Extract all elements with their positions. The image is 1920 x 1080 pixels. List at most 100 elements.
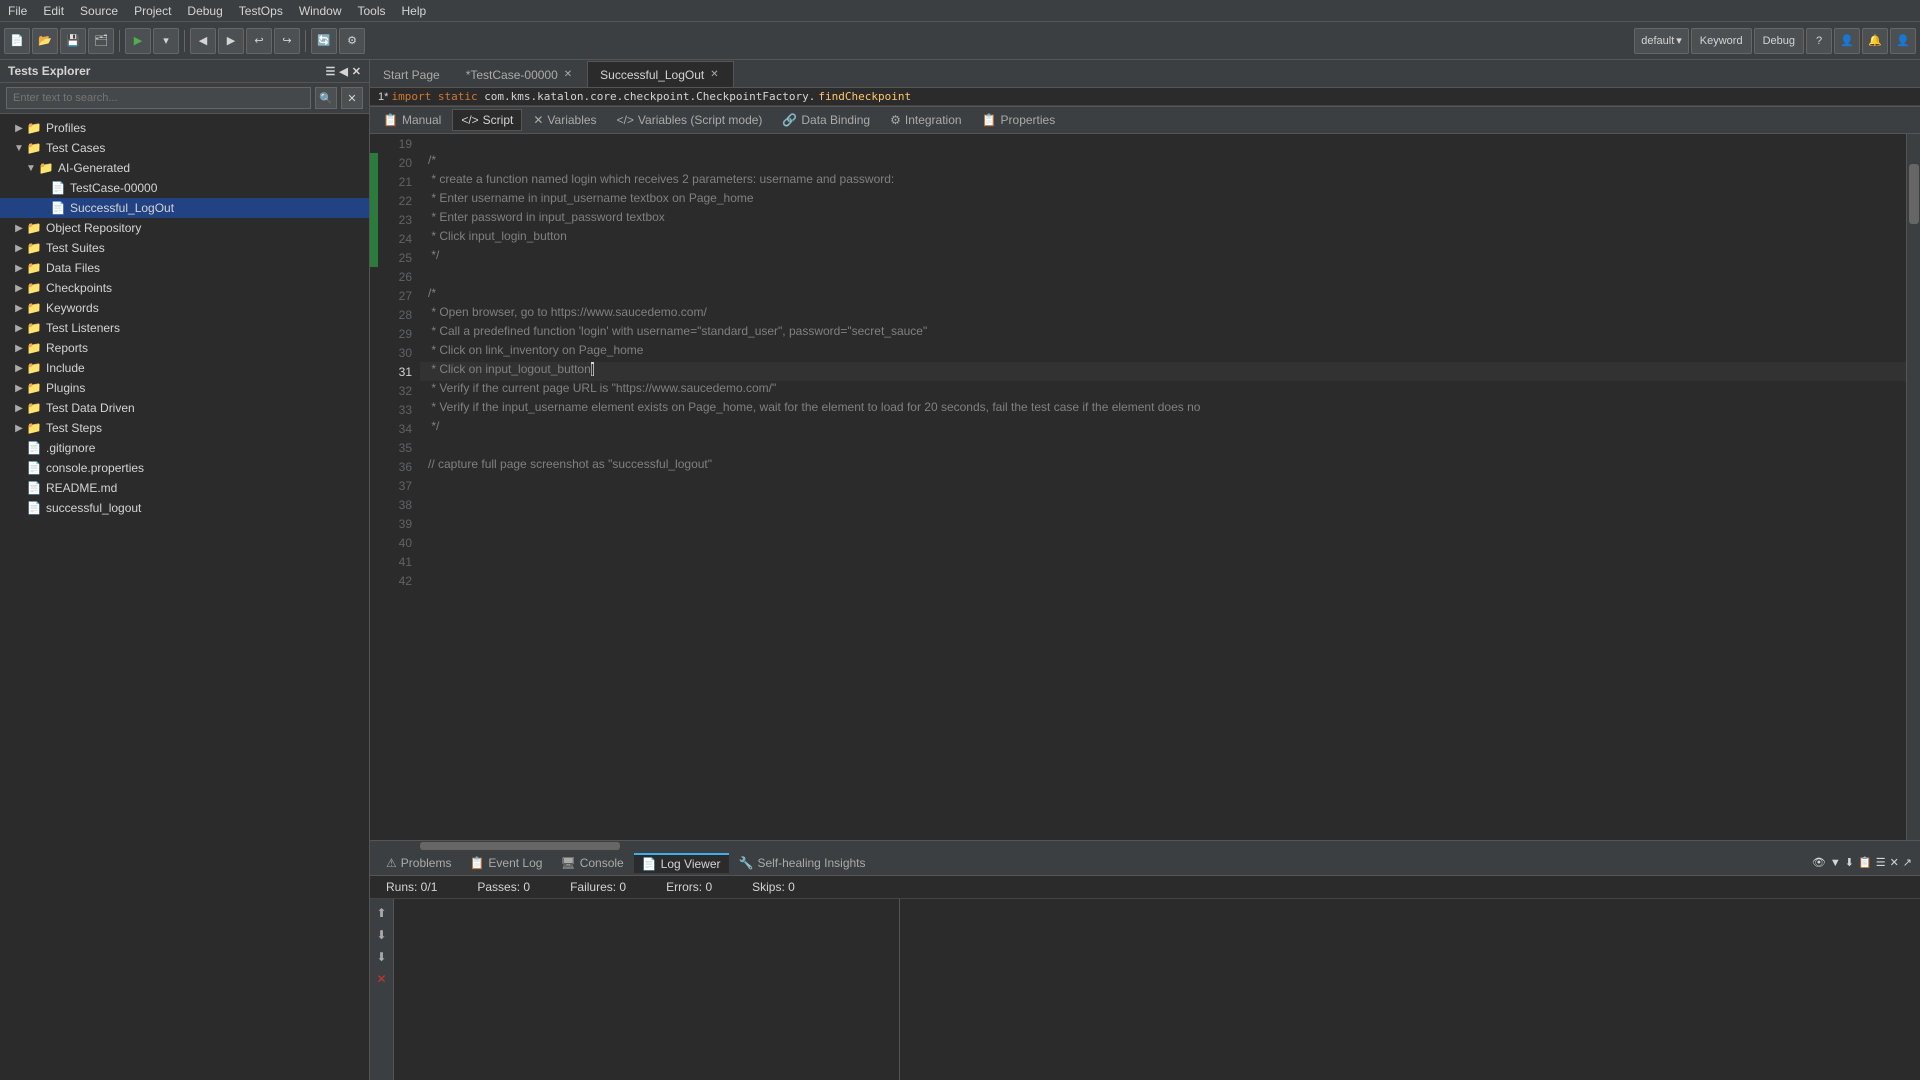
tab-successful-logout-close[interactable]: ✕ xyxy=(708,68,720,81)
sidebar-item-test-listeners[interactable]: ▶ 📁 Test Listeners xyxy=(0,318,369,338)
tab-testcase-00000[interactable]: *TestCase-00000 ✕ xyxy=(453,61,587,87)
menu-project[interactable]: Project xyxy=(126,2,179,20)
code-line-20: 20 /* xyxy=(370,153,1906,172)
menu-source[interactable]: Source xyxy=(72,2,126,20)
sidebar-item-data-files[interactable]: ▶ 📁 Data Files xyxy=(0,258,369,278)
tab-variables-script[interactable]: </> Variables (Script mode) xyxy=(608,109,772,131)
toolbar-user-btn[interactable]: 👤 xyxy=(1834,28,1860,54)
file-icon-console-properties: 📄 xyxy=(26,460,42,476)
sidebar-item-readme[interactable]: 📄 README.md xyxy=(0,478,369,498)
toolbar-saveall-btn[interactable]: 🗂 xyxy=(88,28,114,54)
tab-variables[interactable]: ✕ Variables xyxy=(524,109,605,131)
side-icon-error[interactable]: ✕ xyxy=(372,969,392,989)
toolbar-extra1-btn[interactable]: 🔔 xyxy=(1862,28,1888,54)
tab-self-healing[interactable]: 🔧 Self-healing Insights xyxy=(731,853,874,873)
code-line-32: 32 * Verify if the current page URL is "… xyxy=(370,381,1906,400)
search-button[interactable]: 🔍 xyxy=(315,87,337,109)
tab-script[interactable]: </> Script xyxy=(452,109,522,131)
sidebar-item-keywords[interactable]: ▶ 📁 Keywords xyxy=(0,298,369,318)
horizontal-scrollbar[interactable] xyxy=(370,840,1920,850)
arrow-checkpoints: ▶ xyxy=(12,283,26,294)
toolbar-question-btn[interactable]: ? xyxy=(1806,28,1832,54)
sidebar-icon3[interactable]: ✕ xyxy=(352,65,361,78)
sidebar-item-gitignore[interactable]: 📄 .gitignore xyxy=(0,438,369,458)
bottom-toolbar-close-icon[interactable]: ✕ xyxy=(1890,856,1899,869)
menu-file[interactable]: File xyxy=(0,2,35,20)
sidebar-item-test-data-driven[interactable]: ▶ 📁 Test Data Driven xyxy=(0,398,369,418)
bottom-panel: ⚠ Problems 📋 Event Log 🖥 Console 📄 Log V… xyxy=(370,850,1920,1080)
sidebar-item-plugins[interactable]: ▶ 📁 Plugins xyxy=(0,378,369,398)
tab-problems[interactable]: ⚠ Problems xyxy=(378,853,459,873)
bottom-toolbar-copy-icon[interactable]: 📋 xyxy=(1858,856,1872,869)
toolbar-debug-btn[interactable]: Debug xyxy=(1754,28,1804,54)
menu-help[interactable]: Help xyxy=(394,2,435,20)
sidebar-label-keywords: Keywords xyxy=(46,301,99,315)
sidebar-icon1[interactable]: ☰ xyxy=(325,65,335,78)
menu-edit[interactable]: Edit xyxy=(35,2,72,20)
toolbar-run-btn[interactable]: ▶ xyxy=(125,28,151,54)
tab-data-binding[interactable]: 🔗 Data Binding xyxy=(773,109,879,131)
toolbar-open-btn[interactable]: 📂 xyxy=(32,28,58,54)
sidebar-item-profiles[interactable]: ▶ 📁 Profiles xyxy=(0,118,369,138)
menu-window[interactable]: Window xyxy=(291,2,350,20)
folder-icon-reports: 📁 xyxy=(26,340,42,356)
sidebar-item-test-suites[interactable]: ▶ 📁 Test Suites xyxy=(0,238,369,258)
sidebar-item-include[interactable]: ▶ 📁 Include xyxy=(0,358,369,378)
sidebar-item-test-cases[interactable]: ▼ 📁 Test Cases xyxy=(0,138,369,158)
toolbar-save-btn[interactable]: 💾 xyxy=(60,28,86,54)
toolbar-profile-dropdown[interactable]: default ▾ xyxy=(1634,28,1689,54)
tab-log-viewer[interactable]: 📄 Log Viewer xyxy=(634,853,729,873)
search-input[interactable] xyxy=(6,87,311,109)
menu-debug[interactable]: Debug xyxy=(179,2,230,20)
toolbar-keyword-btn[interactable]: Keyword xyxy=(1691,28,1752,54)
tab-testcase-00000-close[interactable]: ✕ xyxy=(562,68,574,81)
sidebar-item-ai-generated[interactable]: ▼ 📁 AI-Generated xyxy=(0,158,369,178)
sidebar-item-test-steps[interactable]: ▶ 📁 Test Steps xyxy=(0,418,369,438)
side-icon-1[interactable]: ⬆ xyxy=(372,903,392,923)
side-icon-2[interactable]: ⬇ xyxy=(372,925,392,945)
bottom-toolbar-eye-icon[interactable]: 👁 xyxy=(1812,856,1826,869)
sidebar-item-reports[interactable]: ▶ 📁 Reports xyxy=(0,338,369,358)
side-icon-3[interactable]: ⬇ xyxy=(372,947,392,967)
menu-testops[interactable]: TestOps xyxy=(231,2,291,20)
bottom-toolbar-menu-icon[interactable]: ☰ xyxy=(1876,856,1886,869)
code-scrollbar[interactable] xyxy=(1906,134,1920,840)
sidebar-item-object-repository[interactable]: ▶ 📁 Object Repository xyxy=(0,218,369,238)
sidebar-item-successful-logout[interactable]: 📄 Successful_LogOut xyxy=(0,198,369,218)
toolbar-run-dropdown[interactable]: ▾ xyxy=(153,28,179,54)
code-line-23: 23 * Enter password in input_password te… xyxy=(370,210,1906,229)
sidebar-item-console-properties[interactable]: 📄 console.properties xyxy=(0,458,369,478)
sidebar-icon2[interactable]: ◀ xyxy=(339,65,347,78)
bottom-toolbar-tabs: ⚠ Problems 📋 Event Log 🖥 Console 📄 Log V… xyxy=(378,853,874,873)
sidebar-item-checkpoints[interactable]: ▶ 📁 Checkpoints xyxy=(0,278,369,298)
code-editor[interactable]: 19 20 /* 21 * create a function named lo… xyxy=(370,134,1906,840)
tab-integration[interactable]: ⚙ Integration xyxy=(881,109,970,131)
manual-icon: 📋 xyxy=(383,113,398,127)
tab-properties[interactable]: 📋 Properties xyxy=(973,109,1065,131)
tab-event-log[interactable]: 📋 Event Log xyxy=(461,853,550,873)
toolbar-refresh-btn[interactable]: 🔄 xyxy=(311,28,337,54)
tab-start-page[interactable]: Start Page xyxy=(370,61,453,87)
breadcrumb: 1* import static com.kms.katalon.core.ch… xyxy=(370,88,1920,106)
bottom-toolbar-dropdown-icon[interactable]: ▼ xyxy=(1830,857,1841,869)
bottom-toolbar-down-icon[interactable]: ⬇ xyxy=(1845,856,1854,869)
code-line-26: 26 xyxy=(370,267,1906,286)
line-content-35 xyxy=(420,438,1906,457)
line-num-36: 36 xyxy=(378,457,420,476)
toolbar-extra2-btn[interactable]: 👤 xyxy=(1890,28,1916,54)
toolbar-redo-btn[interactable]: ↪ xyxy=(274,28,300,54)
toolbar-back-btn[interactable]: ◀ xyxy=(190,28,216,54)
search-extra-btn[interactable]: ✕ xyxy=(341,87,363,109)
bottom-toolbar-expand-icon[interactable]: ↗ xyxy=(1903,856,1912,869)
menu-tools[interactable]: Tools xyxy=(350,2,394,20)
tab-variables-script-label: Variables (Script mode) xyxy=(638,113,763,127)
toolbar-undo-btn[interactable]: ↩ xyxy=(246,28,272,54)
tab-console[interactable]: 🖥 Console xyxy=(552,853,631,873)
toolbar-forward-btn[interactable]: ▶ xyxy=(218,28,244,54)
tab-successful-logout[interactable]: Successful_LogOut ✕ xyxy=(587,61,733,87)
toolbar-new-btn[interactable]: 📄 xyxy=(4,28,30,54)
sidebar-item-testcase-00000[interactable]: 📄 TestCase-00000 xyxy=(0,178,369,198)
sidebar-item-successful-logout-file[interactable]: 📄 successful_logout xyxy=(0,498,369,518)
tab-manual[interactable]: 📋 Manual xyxy=(374,109,450,131)
toolbar-settings-btn[interactable]: ⚙ xyxy=(339,28,365,54)
